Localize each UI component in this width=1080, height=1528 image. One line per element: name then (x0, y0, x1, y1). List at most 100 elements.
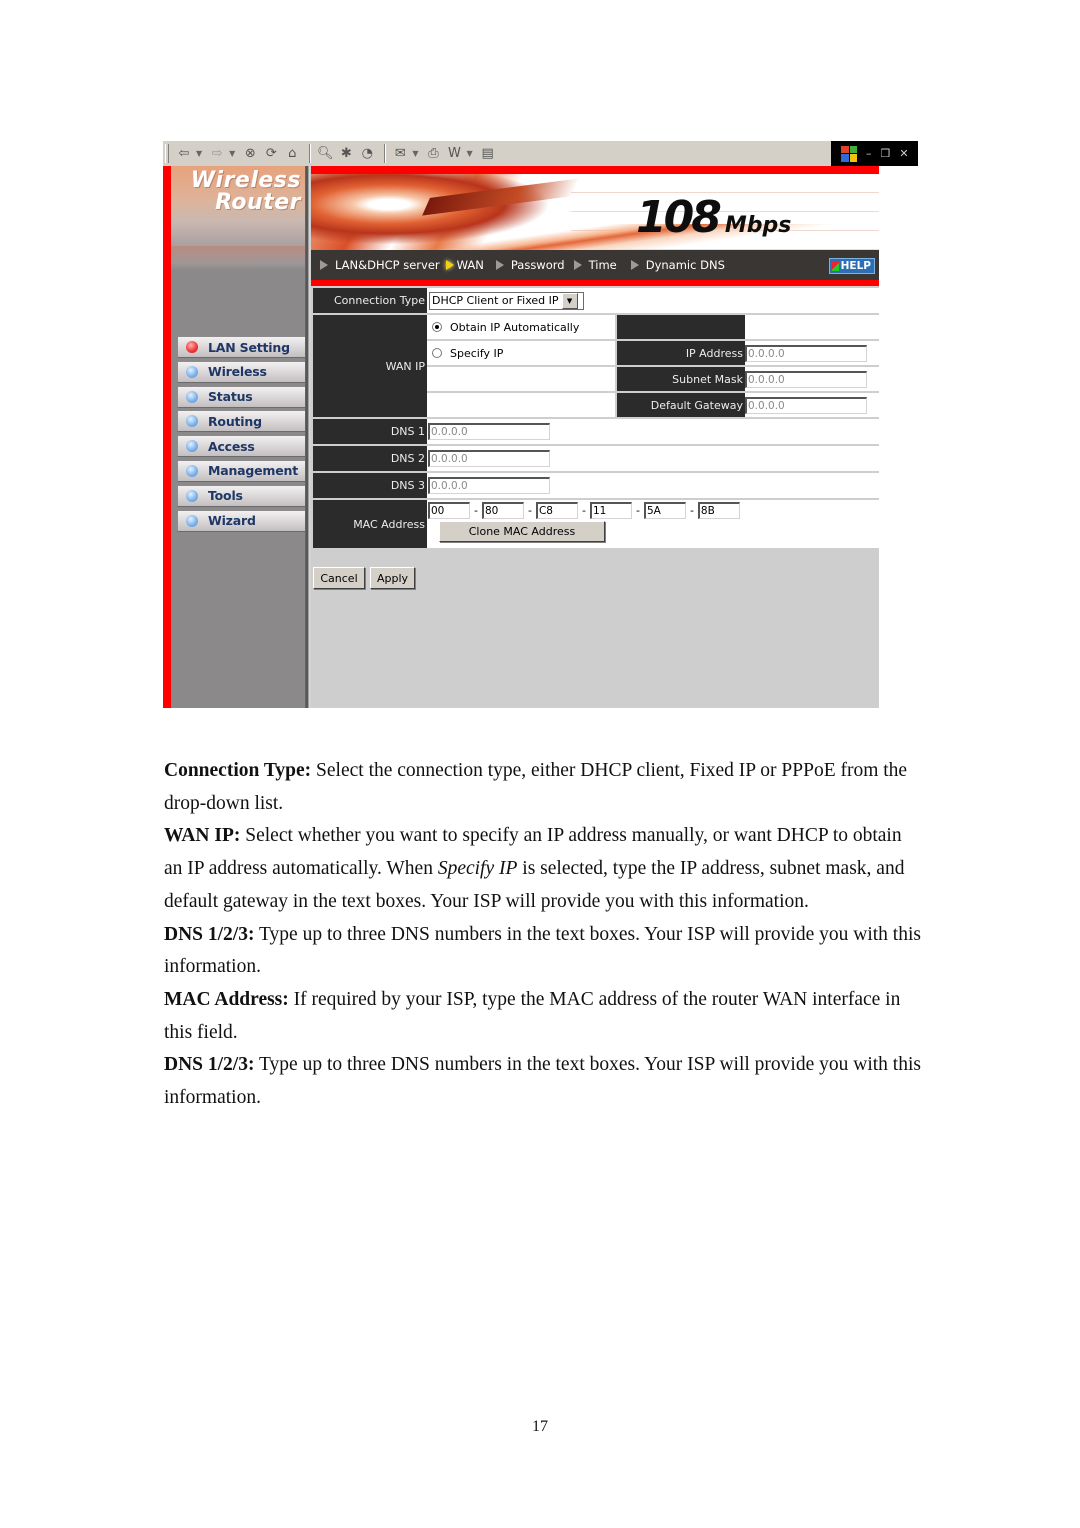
bullet-icon (186, 489, 198, 502)
ip-address-label: IP Address (617, 341, 745, 365)
sidebar-item-wizard[interactable]: Wizard (177, 509, 307, 532)
clone-mac-button[interactable]: Clone MAC Address (439, 521, 605, 542)
speed-unit: Mbps (724, 213, 792, 238)
brand-line-1: Wireless (190, 168, 301, 193)
emphasis: Specify IP (437, 858, 518, 880)
forward-arrow-icon[interactable]: ⇨ (208, 145, 226, 163)
sidebar-item-access[interactable]: Access (177, 435, 307, 458)
bullet-icon (186, 415, 198, 428)
minimize-icon[interactable]: – (866, 147, 872, 160)
paragraph-mac-address: MAC Address: If required by your ISP, ty… (164, 984, 924, 1049)
sidebar-item-wireless[interactable]: Wireless (177, 360, 307, 383)
home-icon[interactable]: ⌂ (283, 145, 301, 163)
tab-label: WAN (456, 258, 484, 272)
radio-specify-ip[interactable] (432, 348, 442, 358)
back-dropdown-icon[interactable]: ▼ (196, 149, 202, 158)
banner-artwork: 108 Mbps (311, 174, 879, 250)
favorites-icon[interactable]: ✱ (337, 145, 355, 163)
browser-toolbar: ⇦ ▼ ⇨ ▼ ⊗ ⟳ ⌂ 🔍︎ ✱ ◔ ✉ ▼ ⎙ W ▼ ▤ (163, 141, 831, 167)
document-body: Connection Type: Select the connection t… (164, 755, 924, 1115)
sidebar-item-status[interactable]: Status (177, 385, 307, 408)
dns1-input[interactable]: 0.0.0.0 (428, 423, 550, 440)
tab-wan[interactable]: WAN (445, 258, 484, 272)
sidebar-item-management[interactable]: Management (177, 459, 307, 482)
connection-type-value: DHCP Client or Fixed IP (432, 294, 559, 307)
paragraph-connection-type: Connection Type: Select the connection t… (164, 755, 924, 820)
triangle-icon (320, 260, 328, 270)
bullet-icon (186, 514, 198, 527)
brand-logo: Wireless Router (171, 166, 305, 246)
help-button[interactable]: HELP (828, 258, 875, 274)
router-admin-page: Wireless Router LAN Setting Wireless Sta… (163, 166, 879, 708)
term: WAN IP: (164, 825, 241, 847)
bullet-icon (186, 440, 198, 453)
description: Type up to three DNS numbers in the text… (164, 923, 921, 978)
restore-icon[interactable]: ❐ (881, 147, 891, 160)
mac-separator: - (635, 504, 640, 517)
cancel-button[interactable]: Cancel (313, 567, 365, 589)
tab-lan-dhcp-server[interactable]: LAN&DHCP server (320, 258, 440, 272)
edit-word-icon[interactable]: W (445, 145, 463, 163)
description: Type up to three DNS numbers in the text… (164, 1054, 921, 1109)
print-icon[interactable]: ⎙ (424, 145, 442, 163)
sidebar-item-label: Status (208, 389, 253, 405)
banner-top-bar (311, 166, 879, 174)
sidebar-item-label: LAN Setting (208, 339, 290, 355)
tab-label: LAN&DHCP server (335, 258, 440, 272)
ip-address-input[interactable]: 0.0.0.0 (745, 344, 867, 362)
term: DNS 1/2/3: (164, 1054, 255, 1076)
sidebar-item-label: Access (208, 438, 255, 454)
edit-dropdown-icon[interactable]: ▼ (466, 149, 472, 158)
subnet-mask-input[interactable]: 0.0.0.0 (745, 370, 867, 388)
brand-line-2: Router (215, 190, 301, 215)
tab-time[interactable]: Time (573, 258, 617, 272)
mail-dropdown-icon[interactable]: ▼ (412, 149, 418, 158)
sidebar-nav: LAN Setting Wireless Status Routing Acce… (177, 336, 307, 534)
mac-octet-5[interactable]: 5A (643, 502, 686, 519)
search-icon[interactable]: 🔍︎ (316, 145, 334, 163)
apply-button[interactable]: Apply (370, 567, 415, 589)
mac-octet-6[interactable]: 8B (697, 502, 740, 519)
brand-band (171, 246, 305, 270)
tab-dynamic-dns[interactable]: Dynamic DNS (630, 258, 725, 272)
sidebar-item-lan-setting[interactable]: LAN Setting (177, 336, 307, 358)
refresh-icon[interactable]: ⟳ (262, 145, 280, 163)
banner-bottom-bar (311, 280, 879, 286)
sidebar-item-label: Routing (208, 413, 262, 429)
dns3-label: DNS 3 (313, 473, 427, 498)
sidebar-item-label: Wireless (208, 364, 267, 380)
history-icon[interactable]: ◔ (358, 145, 376, 163)
tab-password[interactable]: Password (495, 258, 565, 272)
mac-octet-3[interactable]: C8 (535, 502, 578, 519)
mac-octet-2[interactable]: 80 (481, 502, 524, 519)
chevron-down-icon: ▼ (561, 292, 578, 309)
default-gateway-input[interactable]: 0.0.0.0 (745, 396, 867, 414)
sidebar-item-label: Wizard (208, 513, 256, 529)
sidebar-item-tools[interactable]: Tools (177, 484, 307, 507)
back-arrow-icon[interactable]: ⇦ (175, 145, 193, 163)
mac-separator: - (474, 504, 478, 517)
sidebar-item-routing[interactable]: Routing (177, 410, 307, 433)
connection-type-label: Connection Type (313, 288, 427, 313)
stop-icon[interactable]: ⊗ (241, 145, 259, 163)
forward-dropdown-icon[interactable]: ▼ (229, 149, 235, 158)
connection-type-select[interactable]: DHCP Client or Fixed IP ▼ (429, 291, 584, 310)
sidebar: Wireless Router LAN Setting Wireless Sta… (171, 166, 307, 708)
discuss-icon[interactable]: ▤ (479, 145, 497, 163)
mac-address-label: MAC Address (313, 500, 427, 548)
close-icon[interactable]: ✕ (899, 147, 908, 160)
toolbar-separator (309, 144, 312, 163)
mac-separator: - (689, 504, 694, 517)
mac-octet-4[interactable]: 11 (589, 502, 632, 519)
tab-label: Time (588, 258, 617, 272)
mac-octet-1[interactable]: 00 (428, 502, 470, 519)
bullet-icon (186, 365, 198, 378)
radio-obtain-ip[interactable] (432, 322, 442, 332)
mac-separator: - (581, 504, 586, 517)
paragraph-dns-repeat: DNS 1/2/3: Type up to three DNS numbers … (164, 1049, 924, 1114)
mail-icon[interactable]: ✉ (391, 145, 409, 163)
toolbar-grip (165, 144, 169, 163)
dns2-input[interactable]: 0.0.0.0 (428, 450, 550, 467)
dns3-input[interactable]: 0.0.0.0 (428, 477, 550, 494)
top-nav: LAN&DHCP server WAN Password Time Dynami… (311, 250, 879, 280)
